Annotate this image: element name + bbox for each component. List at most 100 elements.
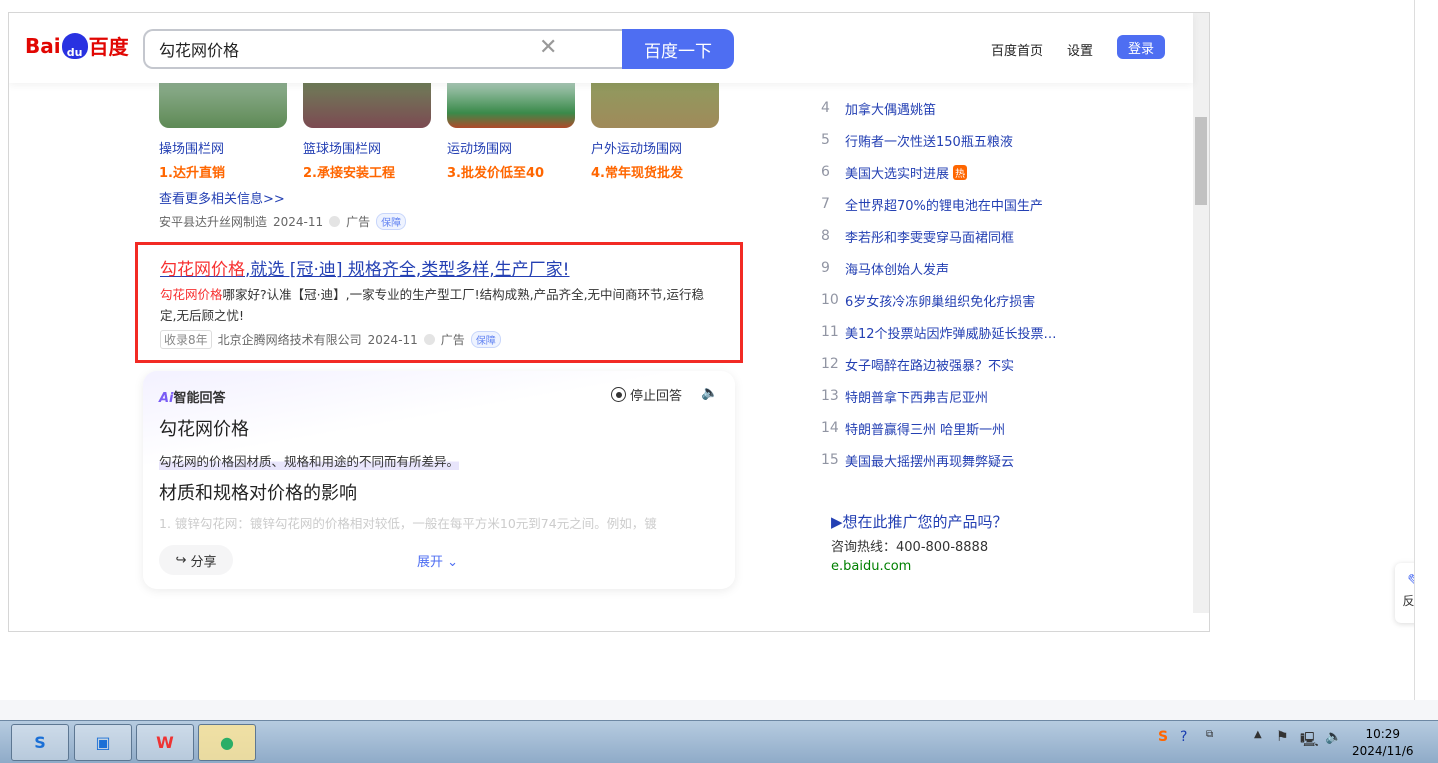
- ad-card-slogan: 2.承接安装工程: [303, 166, 395, 181]
- security-app-icon[interactable]: ▣: [74, 724, 132, 761]
- rank-number: 12: [821, 356, 839, 372]
- ai-icon: Ai: [159, 391, 174, 406]
- ai-paragraph: 勾花网的价格因材质、规格和用途的不同而有所差异。: [159, 451, 460, 470]
- show-hidden-icons[interactable]: ▲: [1254, 729, 1262, 740]
- ad-label: 广告: [440, 333, 465, 347]
- search-value[interactable]: 勾花网价格: [159, 37, 239, 61]
- speaker-icon[interactable]: 🔈: [701, 385, 718, 401]
- hot-search-title[interactable]: 美国大选实时进展: [845, 163, 949, 182]
- hot-search-item[interactable]: 10 6岁女孩冷冻卵巢组织免化疗损害: [821, 284, 1057, 316]
- rank-number: 15: [821, 452, 839, 468]
- clock[interactable]: 10:29 2024/11/6: [1352, 726, 1414, 760]
- hot-search-item[interactable]: 13 特朗普拿下西弗吉尼亚州: [821, 380, 1057, 412]
- title-rest[interactable]: ,就选 [冠·迪] 规格齐全,类型多样,生产厂家!: [245, 260, 570, 280]
- taskbar: S ▣ W ● S ? ⧉ ▲ ⚑ 🖳 🔈 10:29 2024/11/6: [0, 720, 1438, 763]
- hot-search-item[interactable]: 7 全世界超70%的锂电池在中国生产: [821, 188, 1057, 220]
- image-ad-card[interactable]: 运动场围网 3.批发价低至40: [447, 68, 575, 181]
- scrollbar[interactable]: [1193, 13, 1209, 613]
- hot-search-title[interactable]: 李若彤和李雯雯穿马面裙同框: [845, 227, 1014, 246]
- promo-link[interactable]: ▶想在此推广您的产品吗？: [831, 511, 1008, 532]
- hot-search-title[interactable]: 美12个投票站因炸弹威胁延长投票…: [845, 323, 1057, 342]
- ad-title-link[interactable]: 勾花网价格,就选 [冠·迪] 规格齐全,类型多样,生产厂家!: [160, 255, 570, 280]
- rank-number: 10: [821, 292, 839, 308]
- ad-card-slogan: 4.常年现货批发: [591, 166, 683, 181]
- hot-search-list: 4 加拿大偶遇姚笛 5 行贿者一次性送150瓶五粮液 6 美国大选实时进展热 7 全世界超70…: [821, 92, 1057, 476]
- hot-search-item[interactable]: 5 行贿者一次性送150瓶五粮液: [821, 124, 1057, 156]
- scrollbar-thumb[interactable]: [1195, 117, 1207, 205]
- network-icon[interactable]: 🖳: [1300, 729, 1319, 753]
- sogou-browser-icon[interactable]: S: [11, 724, 69, 761]
- stop-answer-button[interactable]: 停止回答: [611, 385, 682, 404]
- hot-search-title[interactable]: 全世界超70%的锂电池在中国生产: [845, 195, 1043, 214]
- restore-icon[interactable]: ⧉: [1206, 729, 1213, 740]
- hot-search-item[interactable]: 12 女子喝醉在路边被强暴？不实: [821, 348, 1057, 380]
- image-ad-card[interactable]: 操场围栏网 1.达升直销: [159, 68, 287, 181]
- hot-search-title[interactable]: 6岁女孩冷冻卵巢组织免化疗损害: [845, 291, 1035, 310]
- ad-card-slogan: 3.批发价低至40: [447, 166, 545, 181]
- expand-button[interactable]: 展开 ⌄: [417, 551, 458, 570]
- share-label: 分享: [190, 554, 217, 570]
- hot-search-item[interactable]: 4 加拿大偶遇姚笛: [821, 92, 1057, 124]
- time: 10:29: [1365, 727, 1401, 741]
- clear-icon[interactable]: ✕: [539, 35, 557, 60]
- action-center-flag-icon[interactable]: ⚑: [1276, 729, 1289, 745]
- guarantee-badge[interactable]: 保障: [376, 213, 407, 230]
- promo-block: ▶想在此推广您的产品吗？ 咨询热线：400-800-8888 e.baidu.c…: [831, 511, 1008, 574]
- baidu-results-frame: Bai du 百度 勾花网价格 ✕ 百度一下 百度首页 设置 登录 操场围栏网 1.达…: [8, 12, 1210, 632]
- header: Bai du 百度 勾花网价格 ✕ 百度一下 百度首页 设置 登录: [9, 13, 1193, 83]
- hot-search-item[interactable]: 14 特朗普赢得三州 哈里斯一州: [821, 412, 1057, 444]
- dropdown-icon[interactable]: [423, 334, 435, 345]
- wechat-icon[interactable]: ●: [198, 724, 256, 761]
- image-ad-card[interactable]: 篮球场围栏网 2.承接安装工程: [303, 68, 431, 181]
- hot-search-item[interactable]: 15 美国最大摇摆州再现舞弊疑云: [821, 444, 1057, 476]
- rank-number: 7: [821, 196, 830, 212]
- hot-search-item[interactable]: 11 美12个投票站因炸弹威胁延长投票…: [821, 316, 1057, 348]
- rank-number: 6: [821, 164, 830, 180]
- share-icon: ↪: [175, 552, 187, 568]
- date: 2024/11/6: [1352, 744, 1414, 758]
- hot-search-item[interactable]: 6 美国大选实时进展热: [821, 156, 1057, 188]
- hot-search-title[interactable]: 海马体创始人发声: [845, 259, 949, 278]
- rank-number: 11: [821, 324, 839, 340]
- hot-search-title[interactable]: 行贿者一次性送150瓶五粮液: [845, 131, 1013, 150]
- baidu-logo[interactable]: Bai du 百度: [25, 31, 129, 60]
- hot-search-title[interactable]: 美国最大摇摆州再现舞弊疑云: [845, 451, 1014, 470]
- dropdown-icon[interactable]: [329, 216, 341, 227]
- ad-card-title[interactable]: 操场围栏网: [159, 138, 287, 157]
- search-button[interactable]: 百度一下: [622, 29, 734, 69]
- ad-card-title[interactable]: 篮球场围栏网: [303, 138, 431, 157]
- rank-number: 5: [821, 132, 830, 148]
- volume-icon[interactable]: 🔈: [1325, 729, 1342, 745]
- rank-number: 14: [821, 420, 839, 436]
- hot-search-title[interactable]: 加拿大偶遇姚笛: [845, 99, 936, 118]
- ad-description: 勾花网价格哪家好?认准【冠·迪】,一家专业的生产型工厂!结构成熟,产品齐全,无中…: [160, 284, 720, 326]
- window-scrollbar[interactable]: [1414, 0, 1438, 700]
- settings-link[interactable]: 设置: [1067, 40, 1093, 59]
- title-keyword[interactable]: 勾花网价格: [160, 260, 245, 280]
- ai-logo-text: 智能回答: [173, 391, 226, 406]
- help-icon[interactable]: ?: [1180, 729, 1187, 745]
- login-button[interactable]: 登录: [1117, 35, 1165, 59]
- ad-card-title[interactable]: 户外运动场围网: [591, 138, 719, 157]
- chevron-down-icon: ⌄: [447, 555, 459, 570]
- ad-card-title[interactable]: 运动场围网: [447, 138, 575, 157]
- ime-icon[interactable]: S: [1158, 729, 1168, 745]
- hot-badge: 热: [953, 164, 968, 180]
- guarantee-badge[interactable]: 保障: [470, 331, 501, 348]
- rank-number: 13: [821, 388, 839, 404]
- more-info-link[interactable]: 查看更多相关信息>>: [159, 188, 285, 207]
- hot-search-item[interactable]: 8 李若彤和李雯雯穿马面裙同框: [821, 220, 1057, 252]
- ai-faded-paragraph: 1. 镀锌勾花网：镀锌勾花网的价格相对较低，一般在每平方米10元到74元之间。例…: [159, 516, 657, 531]
- promo-url[interactable]: e.baidu.com: [831, 559, 1008, 574]
- expand-label: 展开: [417, 555, 444, 570]
- ad-source: 安平县达升丝网制造 2024-11 广告 保障: [159, 213, 407, 230]
- hot-search-title[interactable]: 特朗普拿下西弗吉尼亚州: [845, 387, 988, 406]
- baidu-home-link[interactable]: 百度首页: [991, 40, 1043, 59]
- hot-search-title[interactable]: 女子喝醉在路边被强暴？不实: [845, 355, 1014, 374]
- source-company: 北京企腾网络技术有限公司: [217, 333, 362, 347]
- hot-search-item[interactable]: 9 海马体创始人发声: [821, 252, 1057, 284]
- wps-icon[interactable]: W: [136, 724, 194, 761]
- hot-search-title[interactable]: 特朗普赢得三州 哈里斯一州: [845, 419, 1005, 438]
- image-ad-card[interactable]: 户外运动场围网 4.常年现货批发: [591, 68, 719, 181]
- share-button[interactable]: ↪ 分享: [159, 545, 233, 575]
